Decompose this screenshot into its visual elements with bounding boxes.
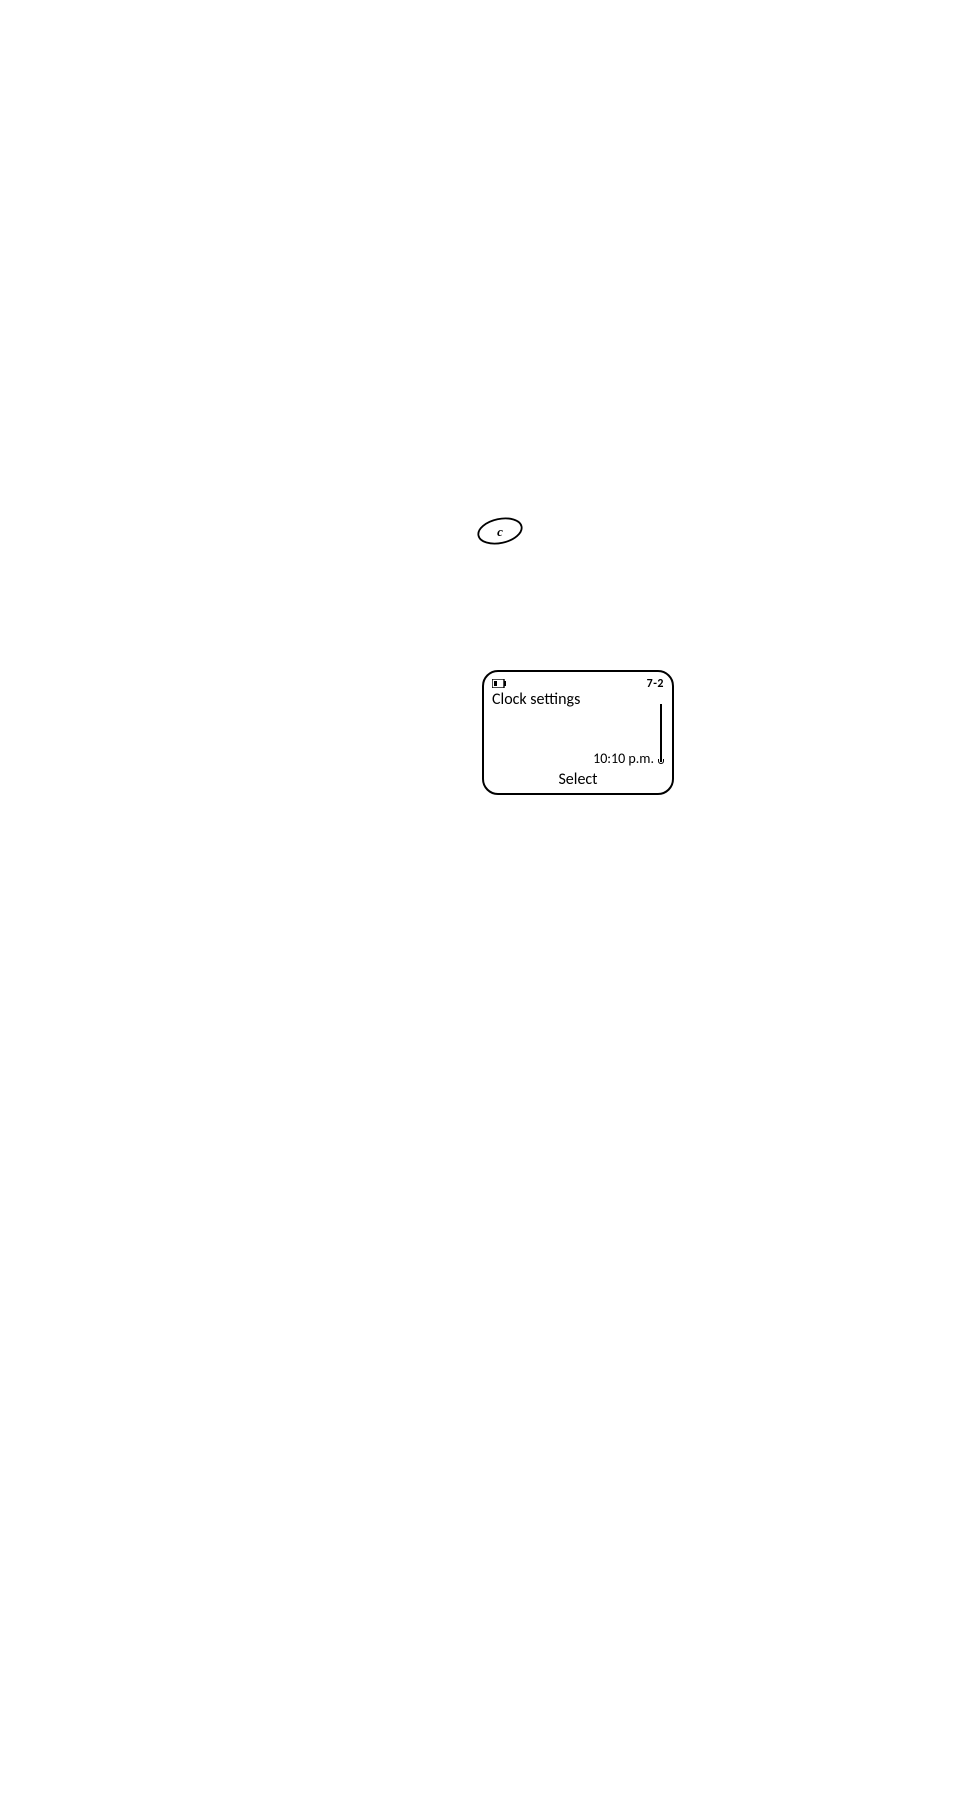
scrollbar (658, 704, 664, 762)
time-value: 10:10 p.m. (593, 752, 654, 766)
select-softkey[interactable]: Select (492, 772, 664, 788)
phone-screen: 7-2 Clock settings 10:10 p.m. Select (482, 670, 674, 795)
battery-icon (492, 679, 506, 688)
c-key-button[interactable]: c (476, 516, 524, 546)
screen-body: 10:10 p.m. (492, 708, 664, 770)
menu-position-indicator: 7-2 (647, 678, 664, 690)
c-key-label: c (497, 524, 503, 539)
screen-title: Clock settings (492, 692, 664, 708)
